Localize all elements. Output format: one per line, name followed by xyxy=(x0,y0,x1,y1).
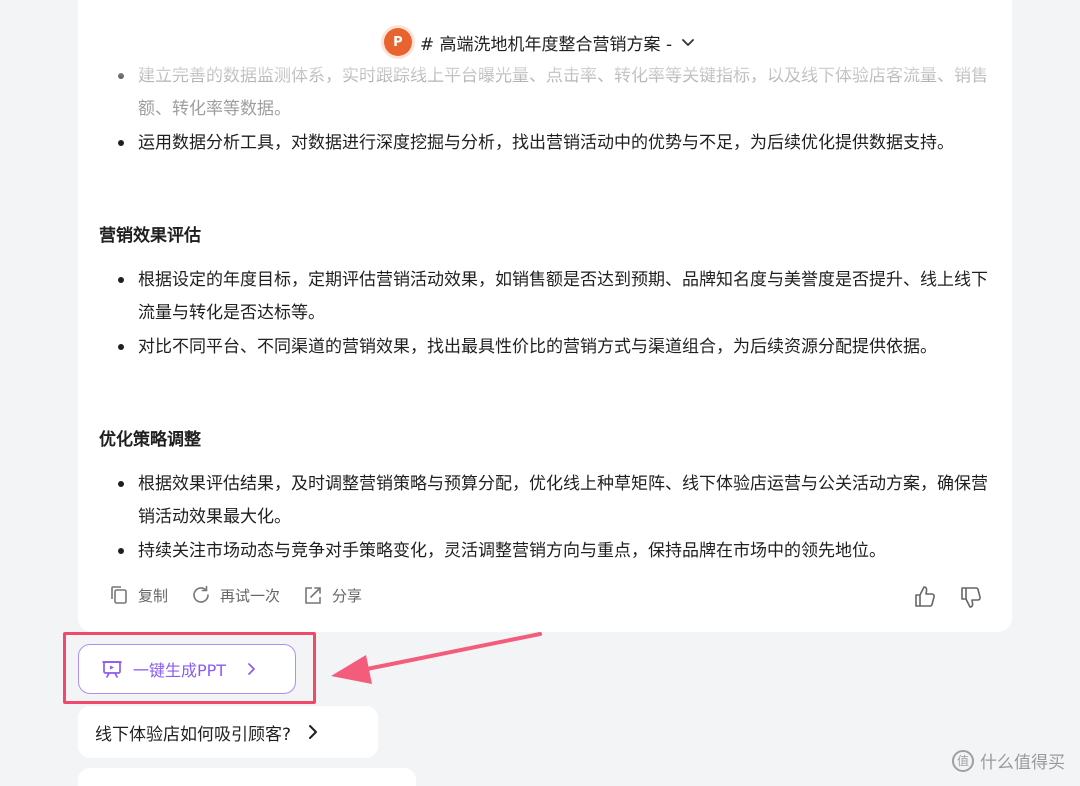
document-title[interactable]: # 高端洗地机年度整合营销方案 - xyxy=(420,30,672,55)
bullet-eval-2: 对比不同平台、不同渠道的营销效果，找出最具性价比的营销方式与渠道组合，为后续资源… xyxy=(118,331,988,364)
generate-ppt-label: 一键生成PPT xyxy=(133,661,227,680)
suggestion-chip-partial[interactable] xyxy=(78,768,416,786)
suggestion-text: 线下体验店如何吸引顾客? xyxy=(95,724,292,745)
retry-label: 再试一次 xyxy=(220,586,281,605)
copy-label: 复制 xyxy=(138,586,169,605)
feedback-buttons xyxy=(912,584,984,610)
chevron-down-icon[interactable] xyxy=(680,34,696,50)
generate-ppt-button[interactable]: 一键生成PPT xyxy=(78,644,296,694)
retry-button[interactable]: 再试一次 xyxy=(190,584,280,606)
copy-icon xyxy=(111,586,127,604)
document-title-bar[interactable]: P # 高端洗地机年度整合营销方案 - xyxy=(0,22,1080,62)
chevron-right-icon xyxy=(248,663,255,675)
copy-button[interactable]: 复制 xyxy=(108,584,168,606)
bullet-opt-1: 根据效果评估结果，及时调整营销策略与预算分配，优化线上种草矩阵、线下体验店运营与… xyxy=(118,468,988,534)
refresh-icon xyxy=(193,585,209,603)
bullet-data-monitoring: 建立完善的数据监测体系，实时跟踪线上平台曝光量、点击率、转化率等关键指标，以及线… xyxy=(118,60,988,126)
heading-marketing-eval: 营销效果评估 xyxy=(99,226,201,246)
heading-optimization: 优化策略调整 xyxy=(99,430,201,450)
suggestion-chip[interactable]: 线下体验店如何吸引顾客? xyxy=(78,706,378,758)
bullet-opt-2: 持续关注市场动态与竞争对手策略变化，灵活调整营销方向与重点，保持品牌在市场中的领… xyxy=(118,535,988,568)
share-button[interactable]: 分享 xyxy=(302,584,362,606)
presentation-icon xyxy=(102,661,122,678)
powerpoint-icon: P xyxy=(383,28,412,56)
chevron-right-icon xyxy=(309,725,318,739)
chat-page: 建立完善的数据监测体系，实时跟踪线上平台曝光量、点击率、转化率等关键指标，以及线… xyxy=(0,0,1080,786)
thumbs-up-icon[interactable] xyxy=(912,584,938,610)
bullet-eval-1: 根据设定的年度目标，定期评估营销活动效果，如销售额是否达到预期、品牌知名度与美誉… xyxy=(118,264,988,330)
share-icon xyxy=(305,587,321,604)
watermark-text: 什么值得买 xyxy=(980,753,1065,773)
answer-actions: 复制 再试一次 分享 xyxy=(108,584,362,606)
thumbs-down-icon[interactable] xyxy=(958,584,984,610)
watermark: 值 什么值得买 xyxy=(952,748,1065,773)
bullet-data-analysis: 运用数据分析工具，对数据进行深度挖掘与分析，找出营销活动中的优势与不足，为后续优… xyxy=(118,127,988,160)
watermark-logo-icon: 值 xyxy=(952,749,974,772)
share-label: 分享 xyxy=(332,586,363,605)
